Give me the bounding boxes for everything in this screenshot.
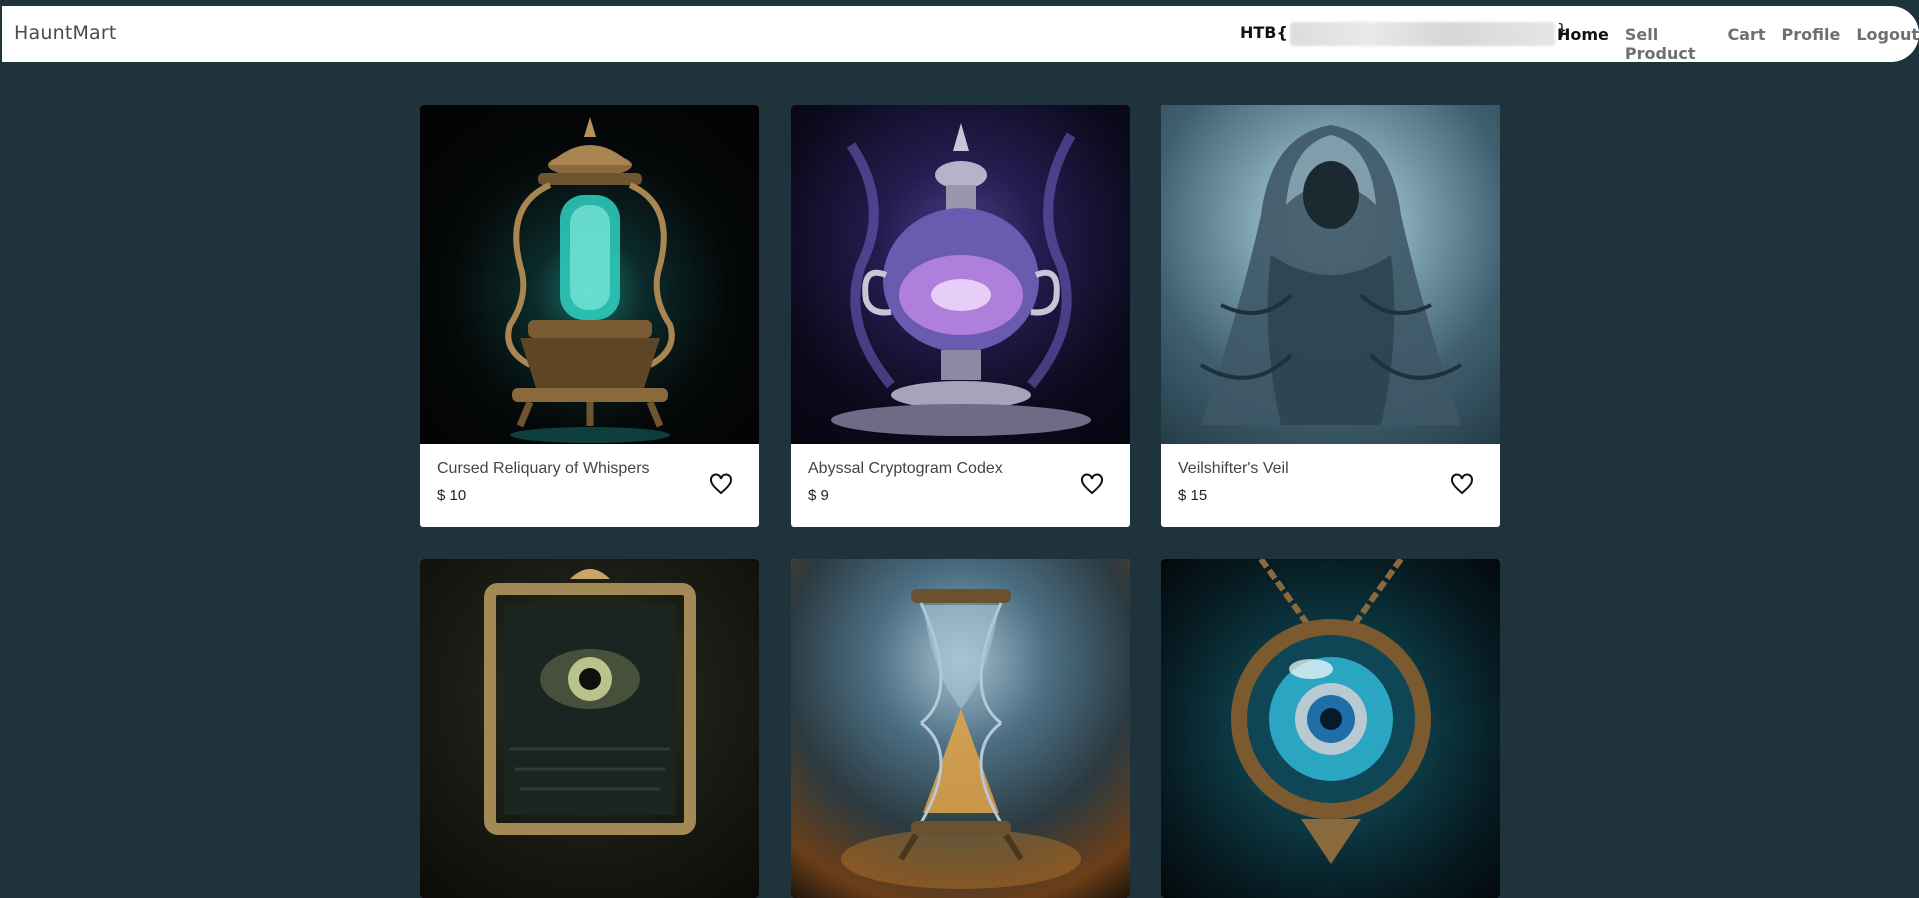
product-name[interactable]: Abyssal Cryptogram Codex (808, 460, 1114, 478)
heart-icon[interactable] (1450, 472, 1474, 496)
product-card[interactable] (1161, 559, 1500, 898)
heart-icon[interactable] (1080, 472, 1104, 496)
brand-logo[interactable]: HauntMart (14, 22, 117, 44)
product-name[interactable]: Veilshifter's Veil (1178, 460, 1484, 478)
product-card[interactable]: Cursed Reliquary of Whispers $ 10 (420, 105, 759, 527)
product-price: $ 10 (437, 487, 467, 504)
flag-prefix: HTB{ (1240, 22, 1288, 42)
nav-link-profile[interactable]: Profile (1782, 25, 1841, 63)
product-card[interactable] (420, 559, 759, 898)
product-card[interactable] (791, 559, 1130, 898)
product-image-eye-mirror[interactable] (420, 559, 759, 898)
nav-links: Home Sell Product Cart Profile Logout (1557, 25, 1919, 63)
navbar: HauntMart HTB{ } Home Sell Product Cart … (2, 6, 1919, 63)
nav-link-home[interactable]: Home (1557, 25, 1609, 63)
product-image-ornate-lantern[interactable] (420, 105, 759, 444)
product-info: Abyssal Cryptogram Codex $ 9 (791, 444, 1130, 527)
product-image-purple-urn[interactable] (791, 105, 1130, 444)
heart-icon[interactable] (709, 472, 733, 496)
product-price: $ 15 (1178, 487, 1208, 504)
product-info: Veilshifter's Veil $ 15 (1161, 444, 1500, 527)
nav-link-sell-product[interactable]: Sell Product (1625, 25, 1712, 63)
product-card[interactable]: Veilshifter's Veil $ 15 (1161, 105, 1500, 527)
product-name[interactable]: Cursed Reliquary of Whispers (437, 460, 743, 478)
product-image-eye-amulet[interactable] (1161, 559, 1500, 898)
flag-redacted-value (1289, 22, 1555, 46)
product-info: Cursed Reliquary of Whispers $ 10 (420, 444, 759, 527)
product-image-hourglass[interactable] (791, 559, 1130, 898)
product-card[interactable]: Abyssal Cryptogram Codex $ 9 (791, 105, 1130, 527)
product-image-hooded-ghost[interactable] (1161, 105, 1500, 444)
nav-link-logout[interactable]: Logout (1856, 25, 1919, 63)
flag-display: HTB{ } (1240, 18, 1567, 46)
nav-link-cart[interactable]: Cart (1727, 25, 1765, 63)
product-price: $ 9 (808, 487, 829, 504)
